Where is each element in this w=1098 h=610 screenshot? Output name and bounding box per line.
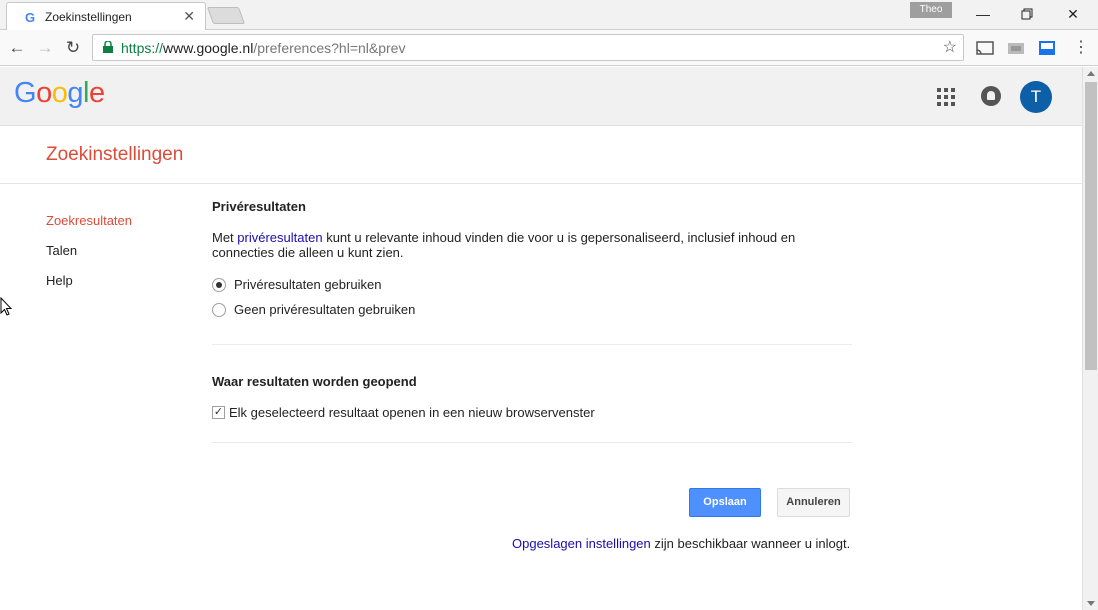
cancel-button[interactable]: Annuleren <box>777 488 850 517</box>
page-title: Zoekinstellingen <box>46 144 184 165</box>
sidebar-item-talen[interactable]: Talen <box>46 243 132 273</box>
private-results-heading: Privéresultaten <box>212 199 306 214</box>
section-divider <box>212 344 852 345</box>
sidebar-item-zoekresultaten[interactable]: Zoekresultaten <box>46 213 132 243</box>
private-results-link[interactable]: privéresultaten <box>237 230 322 245</box>
account-avatar[interactable]: T <box>1020 81 1052 113</box>
page-scrollbar[interactable] <box>1082 67 1098 610</box>
section-divider <box>212 442 852 443</box>
restore-icon[interactable] <box>1012 3 1042 25</box>
scroll-down-icon[interactable] <box>1087 601 1095 606</box>
extension-icon[interactable] <box>1005 37 1027 59</box>
checkbox-checked-icon[interactable]: ✓ <box>212 406 225 419</box>
close-window-icon[interactable]: ✕ <box>1058 3 1088 25</box>
google-header: Google T <box>0 67 1082 126</box>
google-favicon-icon: G <box>25 10 36 25</box>
settings-content: Privéresultaten Met privéresultaten kunt… <box>212 199 852 443</box>
forward-arrow-icon[interactable]: → <box>34 37 56 59</box>
tab-title: Zoekinstellingen <box>45 10 132 24</box>
saved-settings-link[interactable]: Opgeslagen instellingen <box>512 536 651 551</box>
window-title-bar: G Zoekinstellingen ✕ Theo — ✕ <box>0 0 1098 30</box>
bookmark-star-icon[interactable]: ☆ <box>943 37 957 57</box>
lock-icon <box>103 41 113 53</box>
back-arrow-icon[interactable]: ← <box>6 37 28 59</box>
radio-selected-icon[interactable] <box>212 278 226 292</box>
address-bar[interactable]: https://www.google.nl/preferences?hl=nl&… <box>92 34 964 61</box>
mouse-cursor-icon <box>0 297 12 316</box>
reload-icon[interactable]: ↻ <box>62 37 84 59</box>
cast-icon[interactable] <box>974 37 996 59</box>
radio-unselected-icon[interactable] <box>212 303 226 317</box>
profile-badge[interactable]: Theo <box>910 2 952 18</box>
saved-settings-note: Opgeslagen instellingen zijn beschikbaar… <box>512 536 851 551</box>
scroll-up-icon[interactable] <box>1087 71 1095 76</box>
url-text: https://www.google.nl/preferences?hl=nl&… <box>121 40 406 56</box>
sidebar-item-help[interactable]: Help <box>46 273 132 303</box>
open-results-heading: Waar resultaten worden geopend <box>212 374 417 389</box>
new-tab-button[interactable] <box>206 7 246 24</box>
header-divider <box>0 183 1082 184</box>
scrollbar-thumb[interactable] <box>1085 82 1097 370</box>
notifications-bell-icon[interactable] <box>981 86 1001 106</box>
browser-toolbar: ← → ↻ https://www.google.nl/preferences?… <box>0 30 1098 66</box>
minimize-icon[interactable]: — <box>968 3 998 25</box>
apps-grid-icon[interactable] <box>937 88 955 106</box>
extension-blue-icon[interactable] <box>1036 37 1058 59</box>
kebab-menu-icon[interactable]: ⋮ <box>1070 37 1092 59</box>
settings-sidebar: Zoekresultaten Talen Help <box>46 213 132 303</box>
google-logo[interactable]: Google <box>14 77 105 110</box>
private-results-description: Met privéresultaten kunt u relevante inh… <box>212 230 796 260</box>
close-tab-icon[interactable]: ✕ <box>183 8 195 25</box>
browser-tab[interactable]: G Zoekinstellingen ✕ <box>6 2 206 30</box>
save-button[interactable]: Opslaan <box>689 488 761 517</box>
